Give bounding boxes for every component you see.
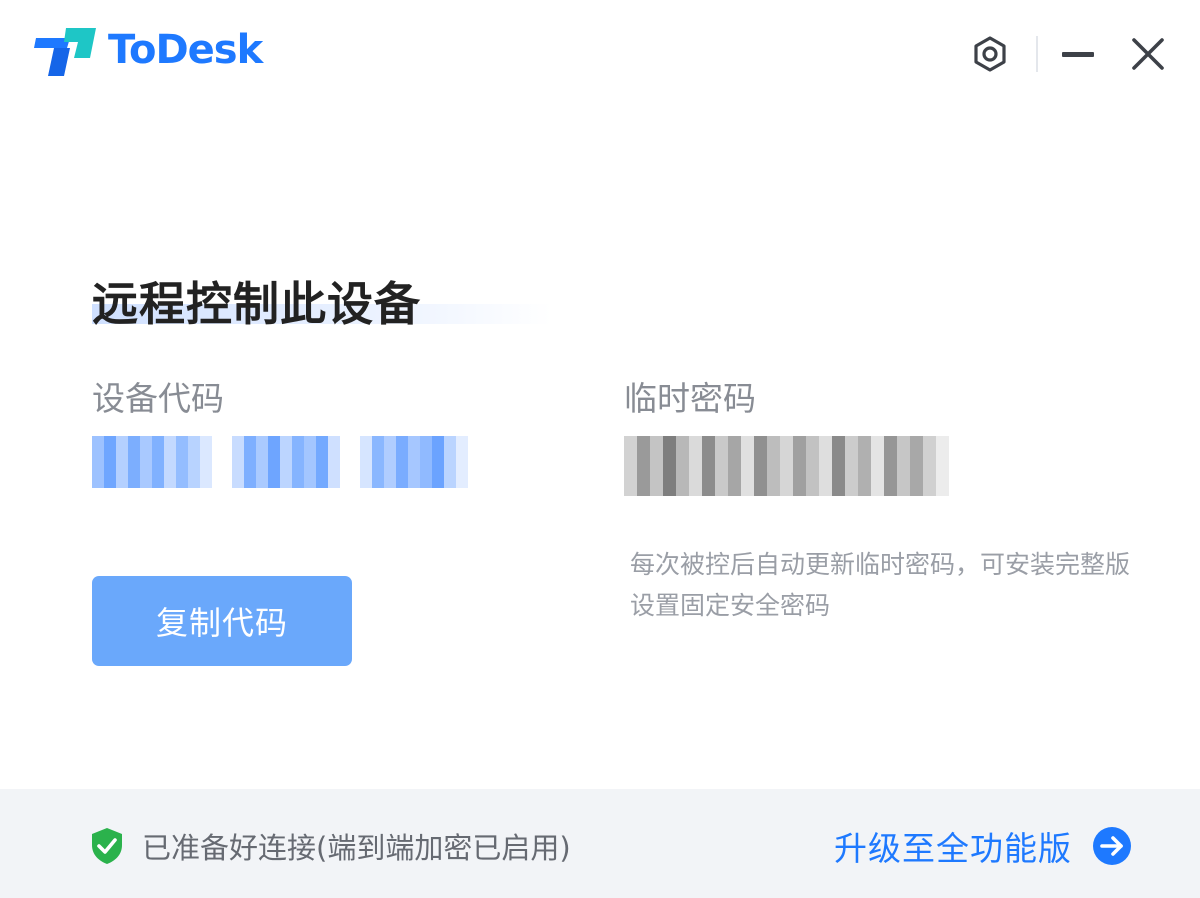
device-code-value[interactable] [92,436,468,488]
arrow-right-circle-icon [1093,827,1131,865]
upgrade-label: 升级至全功能版 [834,829,1072,868]
app-logo: ToDesk [34,24,263,76]
section-title-wrap: 远程控制此设备 [92,268,552,334]
status-bar: 已准备好连接(端到端加密已启用) 升级至全功能版 [0,789,1200,898]
app-name: ToDesk [108,27,263,73]
shield-check-icon [92,828,122,864]
gear-icon [974,36,1006,72]
close-button[interactable] [1126,32,1170,76]
minimize-icon [1062,52,1094,57]
temp-password-value[interactable] [624,436,949,496]
device-code-group-2 [232,436,340,488]
device-code-group-3 [360,436,468,488]
window-controls [968,32,1170,76]
minimize-button[interactable] [1056,32,1100,76]
todesk-window: ToDesk 远程控制此设备 设备代码 临时密码 每次被控后自动更新临时密码，可… [0,0,1200,898]
settings-button[interactable] [968,32,1012,76]
device-code-label: 设备代码 [92,379,224,418]
todesk-logo-icon [34,28,96,76]
section-title: 远程控制此设备 [92,277,421,331]
temp-password-label: 临时密码 [624,379,756,418]
upgrade-link[interactable]: 升级至全功能版 [834,822,1132,870]
connection-status: 已准备好连接(端到端加密已启用) [90,825,571,867]
close-icon [1132,38,1164,70]
copy-code-button[interactable]: 复制代码 [92,576,352,666]
status-text: 已准备好连接(端到端加密已启用) [142,831,571,865]
password-hint: 每次被控后自动更新临时密码，可安装完整版设置固定安全密码 [630,550,1131,620]
device-code-group-1 [92,436,212,488]
controls-divider [1036,36,1038,72]
